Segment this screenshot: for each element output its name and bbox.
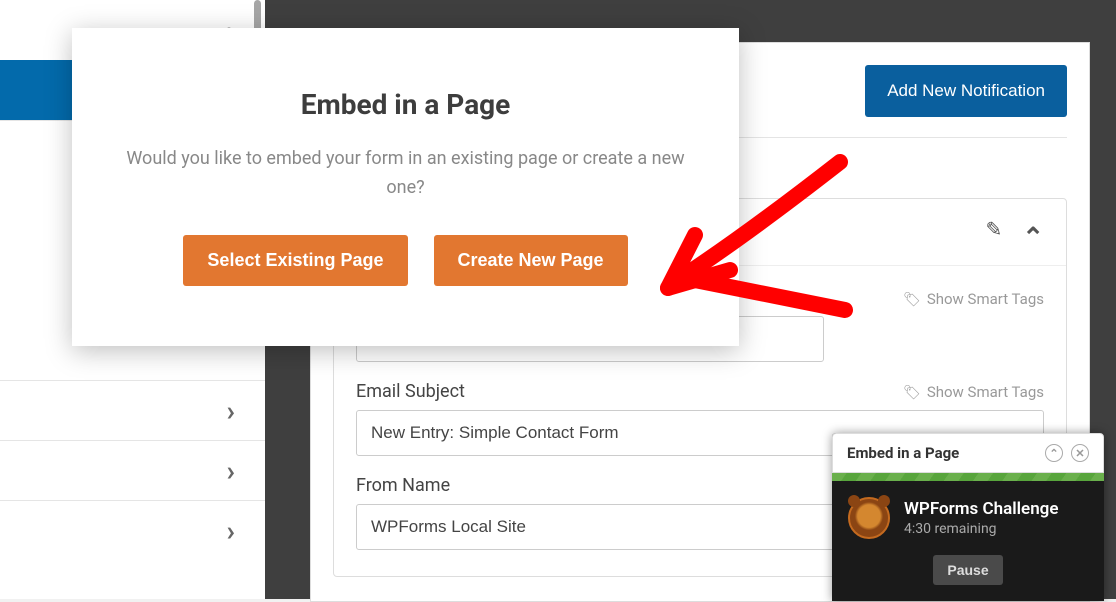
smart-tags-label: Show Smart Tags [927,290,1044,308]
sidebar-item-6[interactable] [0,500,265,560]
email-subject-label: Email Subject [356,381,465,402]
challenge-bar-title: Embed in a Page [847,444,959,462]
tag-icon [903,290,921,308]
embed-modal: Embed in a Page Would you like to embed … [72,28,739,346]
select-existing-page-button[interactable]: Select Existing Page [183,235,407,286]
from-name-label: From Name [356,475,450,496]
chevron-right-icon [227,514,235,547]
modal-title: Embed in a Page [102,88,709,121]
tag-icon [903,383,921,401]
mascot-icon [848,497,890,539]
create-new-page-button[interactable]: Create New Page [434,235,628,286]
challenge-title-bar: Embed in a Page ⌃ ✕ [832,433,1104,473]
edit-icon[interactable] [985,217,1002,247]
progress-stripe [832,473,1104,481]
challenge-widget: Embed in a Page ⌃ ✕ WPForms Challenge 4:… [832,433,1104,601]
sidebar-item-4[interactable] [0,380,265,440]
sidebar-item-5[interactable] [0,440,265,500]
smart-tags-label: Show Smart Tags [927,383,1044,401]
smart-tags-toggle[interactable]: Show Smart Tags [903,383,1044,401]
challenge-time-remaining: 4:30 remaining [904,521,1059,537]
add-notification-button[interactable]: Add New Notification [865,65,1067,117]
pause-button[interactable]: Pause [933,555,1002,585]
close-icon[interactable]: ✕ [1071,444,1089,462]
chevron-right-icon [227,394,235,427]
collapse-icon[interactable] [1022,217,1044,247]
challenge-name: WPForms Challenge [904,499,1059,519]
chevron-right-icon [227,454,235,487]
smart-tags-toggle[interactable]: Show Smart Tags [903,290,1044,308]
modal-description: Would you like to embed your form in an … [102,145,709,203]
minimize-icon[interactable]: ⌃ [1045,444,1063,462]
